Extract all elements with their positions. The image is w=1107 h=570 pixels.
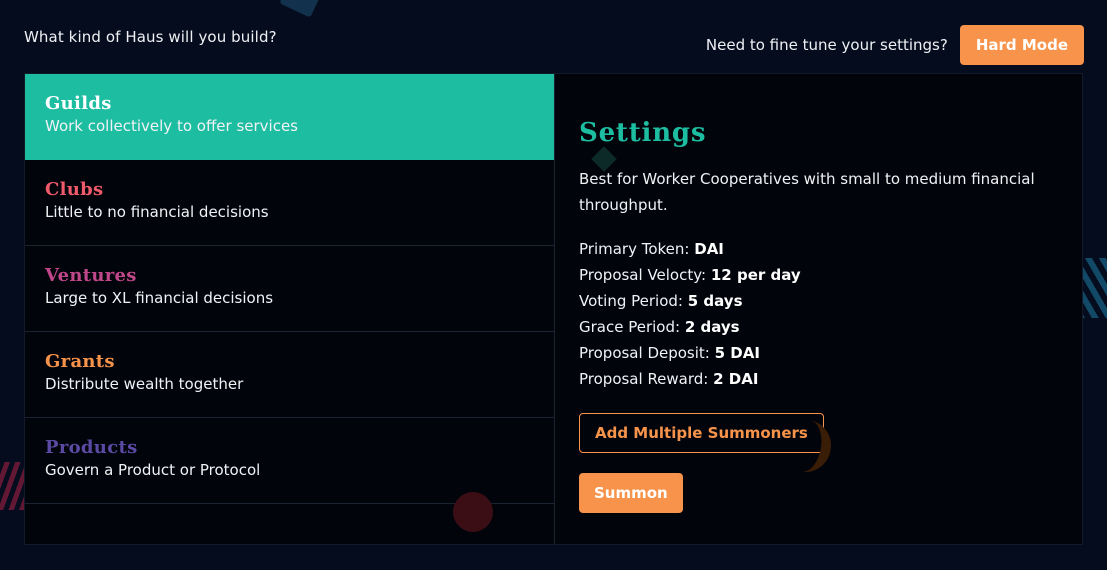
param-voting-period: Voting Period: 5 days <box>579 288 1058 314</box>
settings-param-list: Primary Token: DAI Proposal Velocty: 12 … <box>579 236 1058 392</box>
haus-type-ventures[interactable]: Ventures Large to XL financial decisions <box>25 246 554 332</box>
background-decoration <box>0 462 24 510</box>
haus-type-description: Large to XL financial decisions <box>45 289 274 307</box>
haus-builder-panel: Guilds Work collectively to offer servic… <box>24 73 1083 545</box>
param-value: DAI <box>694 240 724 258</box>
settings-description: Best for Worker Cooperatives with small … <box>579 170 1035 214</box>
param-label: Grace Period: <box>579 318 681 336</box>
haus-type-title: Products <box>45 437 138 458</box>
param-label: Proposal Reward: <box>579 370 709 388</box>
param-proposal-velocity: Proposal Velocty: 12 per day <box>579 262 1058 288</box>
param-label: Voting Period: <box>579 292 683 310</box>
param-primary-token: Primary Token: DAI <box>579 236 1058 262</box>
hard-mode-button[interactable]: Hard Mode <box>959 25 1084 65</box>
haus-type-title: Grants <box>45 351 115 372</box>
param-label: Proposal Velocty: <box>579 266 707 284</box>
haus-type-grants[interactable]: Grants Distribute wealth together <box>25 332 554 418</box>
param-grace-period: Grace Period: 2 days <box>579 314 1058 340</box>
param-value: 5 DAI <box>714 344 760 362</box>
param-value: 5 days <box>687 292 743 310</box>
haus-type-list: Guilds Work collectively to offer servic… <box>25 74 555 544</box>
summon-button[interactable]: Summon <box>579 473 683 513</box>
haus-type-guilds[interactable]: Guilds Work collectively to offer servic… <box>25 74 554 160</box>
finetune-prompt: Need to fine tune your settings? <box>705 36 948 54</box>
haus-type-description: Distribute wealth together <box>45 375 244 393</box>
settings-panel: Settings Best for Worker Cooperatives wi… <box>555 74 1082 544</box>
haus-type-title: Clubs <box>45 179 104 200</box>
haus-type-title: Ventures <box>45 265 137 286</box>
param-value: 2 DAI <box>713 370 759 388</box>
param-proposal-reward: Proposal Reward: 2 DAI <box>579 366 1058 392</box>
page-question: What kind of Haus will you build? <box>24 28 277 46</box>
haus-type-description: Work collectively to offer services <box>45 117 299 135</box>
param-value: 12 per day <box>710 266 801 284</box>
param-label: Primary Token: <box>579 240 690 258</box>
header-actions: Need to fine tune your settings? Hard Mo… <box>706 25 1084 65</box>
background-decoration <box>453 492 493 532</box>
haus-type-description: Little to no financial decisions <box>45 203 269 221</box>
settings-title: Settings <box>579 118 707 148</box>
haus-type-clubs[interactable]: Clubs Little to no financial decisions <box>25 160 554 246</box>
haus-type-description: Govern a Product or Protocol <box>45 461 261 479</box>
haus-type-title: Guilds <box>45 93 112 114</box>
param-proposal-deposit: Proposal Deposit: 5 DAI <box>579 340 1058 366</box>
background-decoration <box>279 0 325 18</box>
param-label: Proposal Deposit: <box>579 344 710 362</box>
param-value: 2 days <box>684 318 740 336</box>
